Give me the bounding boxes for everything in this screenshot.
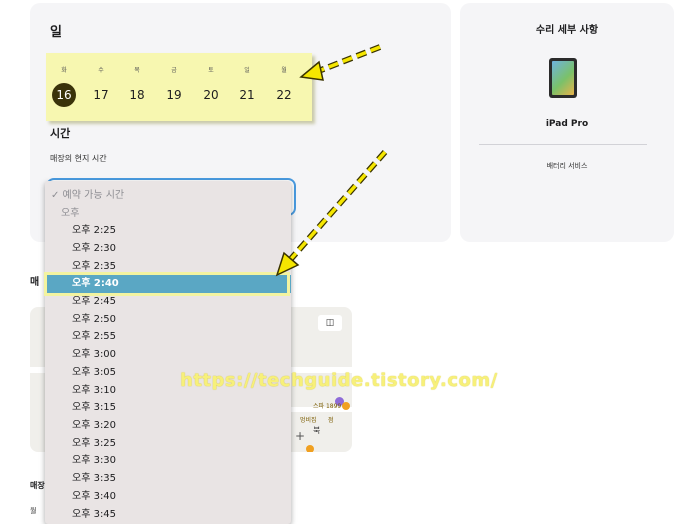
annotation-arrows — [275, 44, 388, 277]
watermark: https://techguide.tistory.com/ — [180, 370, 498, 391]
page-root: 일 화 수 목 금 토 일 월 16 17 18 19 20 21 22 시간 … — [0, 0, 700, 524]
arrow-to-option — [288, 150, 387, 262]
arrow-to-dates — [315, 45, 381, 74]
arrow-head-icon — [299, 60, 324, 81]
